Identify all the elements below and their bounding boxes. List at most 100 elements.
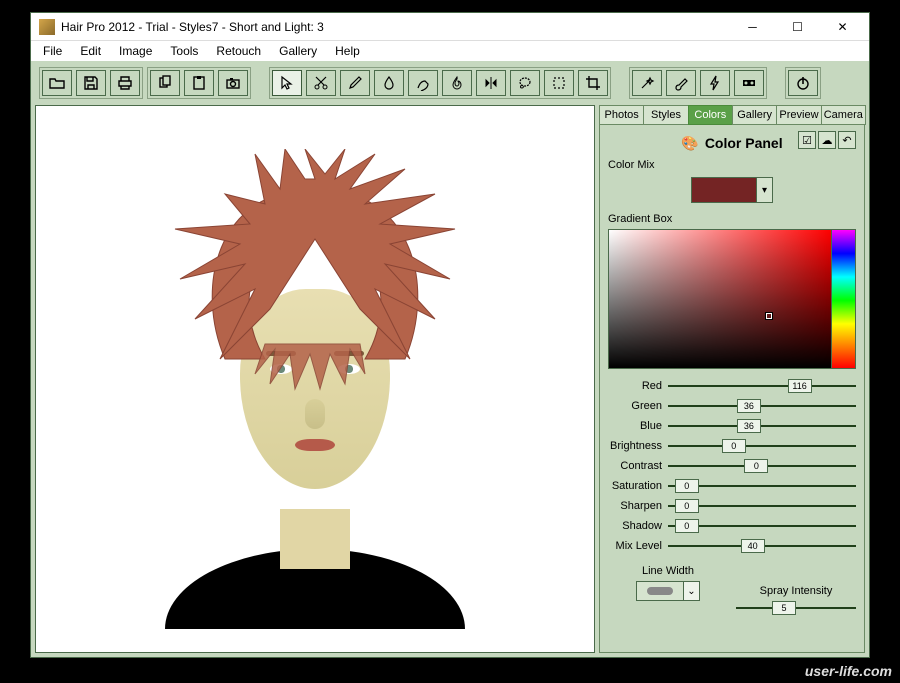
toolbar: [35, 65, 865, 101]
color-swatch: [692, 178, 756, 202]
slider-row-saturation: Saturation 0: [608, 477, 856, 495]
slider-mix-level[interactable]: 40: [668, 539, 856, 553]
brush-tool[interactable]: [666, 70, 696, 96]
slider-thumb[interactable]: 36: [737, 399, 761, 413]
slider-blue[interactable]: 36: [668, 419, 856, 433]
panel-tool-undo[interactable]: ↶: [838, 131, 856, 149]
slider-thumb[interactable]: 0: [675, 499, 699, 513]
side-panel: Photos Styles Colors Gallery Preview Cam…: [599, 105, 865, 653]
main-area: Photos Styles Colors Gallery Preview Cam…: [35, 105, 865, 653]
marquee-tool[interactable]: [544, 70, 574, 96]
smudge-tool[interactable]: [408, 70, 438, 96]
tab-gallery[interactable]: Gallery: [732, 105, 777, 125]
color-mix-dropdown[interactable]: ▾: [691, 177, 773, 203]
panel-tool-cloud[interactable]: ☁: [818, 131, 836, 149]
slider-thumb[interactable]: 0: [722, 439, 746, 453]
slider-thumb[interactable]: 36: [737, 419, 761, 433]
slider-row-contrast: Contrast0: [608, 457, 856, 475]
tab-styles[interactable]: Styles: [643, 105, 688, 125]
close-button[interactable]: ✕: [820, 14, 865, 40]
power-button[interactable]: [788, 70, 818, 96]
line-width-preview: [637, 582, 683, 600]
menu-image[interactable]: Image: [111, 42, 160, 60]
minimize-button[interactable]: ─: [730, 14, 775, 40]
gradient-label: Gradient Box: [608, 213, 856, 225]
toolbar-group-edit: [147, 67, 251, 99]
spray-intensity-label: Spray Intensity: [760, 585, 833, 597]
panel-title: Color Panel: [705, 135, 783, 151]
lasso-tool[interactable]: [510, 70, 540, 96]
scissors-tool[interactable]: [306, 70, 336, 96]
blur-tool[interactable]: [374, 70, 404, 96]
pointer-tool[interactable]: [272, 70, 302, 96]
menu-edit[interactable]: Edit: [72, 42, 109, 60]
bolt-tool[interactable]: [700, 70, 730, 96]
menu-help[interactable]: Help: [327, 42, 368, 60]
crop-tool[interactable]: [578, 70, 608, 96]
open-button[interactable]: [42, 70, 72, 96]
camera-button[interactable]: [218, 70, 248, 96]
portrait-preview: [125, 129, 505, 629]
eyedropper-tool[interactable]: [340, 70, 370, 96]
slider-thumb[interactable]: 0: [744, 459, 768, 473]
toolbar-group-tools: [269, 67, 611, 99]
slider-row-blue: Blue 36: [608, 417, 856, 435]
chevron-down-icon: ⌄: [683, 582, 699, 600]
maximize-button[interactable]: ☐: [775, 14, 820, 40]
window-title: Hair Pro 2012 - Trial - Styles7 - Short …: [61, 20, 730, 34]
slider-row-green: Green36: [608, 397, 856, 415]
line-width-label: Line Width: [642, 565, 694, 577]
slider-label: Brightness: [608, 440, 668, 452]
menu-tools[interactable]: Tools: [162, 42, 206, 60]
panel-header: 🎨 Color Panel ☑ ☁ ↶: [608, 131, 856, 155]
slider-contrast[interactable]: 0: [668, 459, 856, 473]
tab-camera[interactable]: Camera: [821, 105, 866, 125]
flip-tool[interactable]: [476, 70, 506, 96]
slider-thumb[interactable]: 0: [675, 519, 699, 533]
slider-brightness[interactable]: 0: [668, 439, 856, 453]
slider-row-red: Red116: [608, 377, 856, 395]
slider-thumb[interactable]: 116: [788, 379, 812, 393]
menu-retouch[interactable]: Retouch: [208, 42, 269, 60]
slider-saturation[interactable]: 0: [668, 479, 856, 493]
watermark: user-life.com: [805, 663, 892, 679]
slider-green[interactable]: 36: [668, 399, 856, 413]
spray-intensity-thumb[interactable]: 5: [772, 601, 796, 615]
save-button[interactable]: [76, 70, 106, 96]
toolbar-group-power: [785, 67, 821, 99]
side-tabs: Photos Styles Colors Gallery Preview Cam…: [599, 105, 865, 125]
hue-strip[interactable]: [831, 230, 855, 368]
slider-label: Saturation: [608, 480, 668, 492]
menu-gallery[interactable]: Gallery: [271, 42, 325, 60]
slider-shadow[interactable]: 0: [668, 519, 856, 533]
slider-label: Blue: [608, 420, 668, 432]
tab-photos[interactable]: Photos: [599, 105, 644, 125]
copy-button[interactable]: [150, 70, 180, 96]
slider-thumb[interactable]: 0: [675, 479, 699, 493]
app-icon: [39, 19, 55, 35]
sv-plane[interactable]: [609, 230, 831, 368]
tab-colors[interactable]: Colors: [688, 105, 733, 125]
slider-red[interactable]: 116: [668, 379, 856, 393]
slider-sharpen[interactable]: 0: [668, 499, 856, 513]
line-width-select[interactable]: ⌄: [636, 581, 700, 601]
color-panel: 🎨 Color Panel ☑ ☁ ↶ Color Mix ▾: [599, 125, 865, 653]
print-button[interactable]: [110, 70, 140, 96]
paste-button[interactable]: [184, 70, 214, 96]
sv-cursor[interactable]: [766, 313, 772, 319]
app-body: Photos Styles Colors Gallery Preview Cam…: [31, 61, 869, 657]
color-mix-label: Color Mix: [608, 159, 856, 171]
film-tool[interactable]: [734, 70, 764, 96]
canvas[interactable]: [35, 105, 595, 653]
gradient-box[interactable]: [608, 229, 856, 369]
slider-label: Shadow: [608, 520, 668, 532]
wand-tool[interactable]: [632, 70, 662, 96]
slider-label: Sharpen: [608, 500, 668, 512]
menu-file[interactable]: File: [35, 42, 70, 60]
panel-tool-check[interactable]: ☑: [798, 131, 816, 149]
sliders: Red116Green36Blue36Brightness0Contrast0S…: [608, 377, 856, 555]
burn-tool[interactable]: [442, 70, 472, 96]
app-window: Hair Pro 2012 - Trial - Styles7 - Short …: [30, 12, 870, 658]
slider-thumb[interactable]: 40: [741, 539, 765, 553]
tab-preview[interactable]: Preview: [776, 105, 821, 125]
